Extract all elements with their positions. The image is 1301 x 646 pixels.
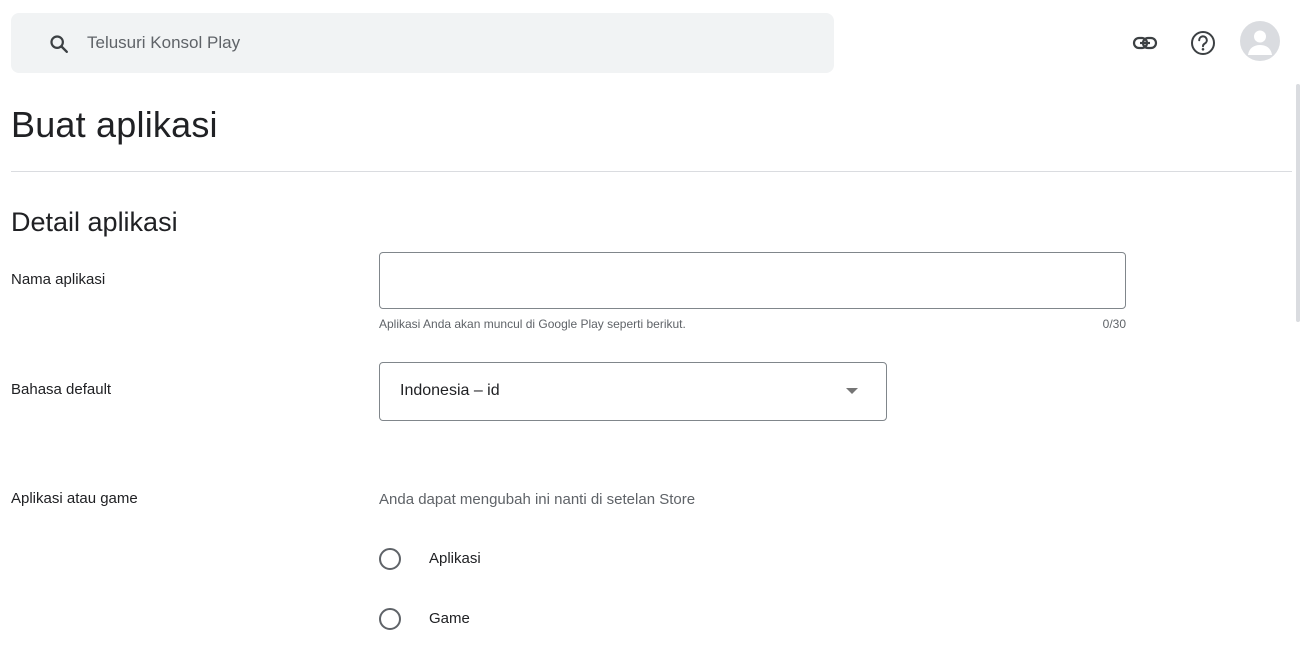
app-name-char-counter: 0/30 bbox=[1102, 317, 1126, 331]
page-title: Buat aplikasi bbox=[11, 104, 218, 145]
app-or-game-label: Aplikasi atau game bbox=[11, 490, 138, 507]
avatar-icon bbox=[1248, 30, 1272, 55]
page-scrollbar[interactable] bbox=[1296, 84, 1300, 322]
app-name-input[interactable] bbox=[379, 252, 1126, 309]
title-divider bbox=[11, 171, 1292, 172]
top-bar bbox=[0, 0, 1301, 86]
dropdown-arrow-icon bbox=[846, 388, 858, 394]
help-icon[interactable] bbox=[1189, 29, 1217, 57]
radio-label-game: Game bbox=[429, 610, 470, 627]
app-or-game-hint: Anda dapat mengubah ini nanti di setelan… bbox=[379, 491, 696, 508]
default-language-select[interactable]: Indonesia – id bbox=[379, 362, 887, 421]
radio-label-app: Aplikasi bbox=[429, 550, 481, 567]
default-language-label: Bahasa default bbox=[11, 381, 112, 398]
radio-button-app[interactable] bbox=[379, 548, 401, 570]
search-icon bbox=[48, 33, 70, 55]
radio-button-game[interactable] bbox=[379, 608, 401, 630]
search-input[interactable] bbox=[87, 27, 787, 59]
app-name-label: Nama aplikasi bbox=[11, 271, 106, 288]
search-box[interactable] bbox=[11, 13, 834, 73]
app-name-helper-text: Aplikasi Anda akan muncul di Google Play… bbox=[379, 317, 686, 331]
avatar[interactable] bbox=[1240, 21, 1280, 61]
link-icon[interactable] bbox=[1131, 29, 1159, 57]
default-language-value: Indonesia – id bbox=[400, 382, 500, 399]
section-title: Detail aplikasi bbox=[11, 207, 178, 237]
